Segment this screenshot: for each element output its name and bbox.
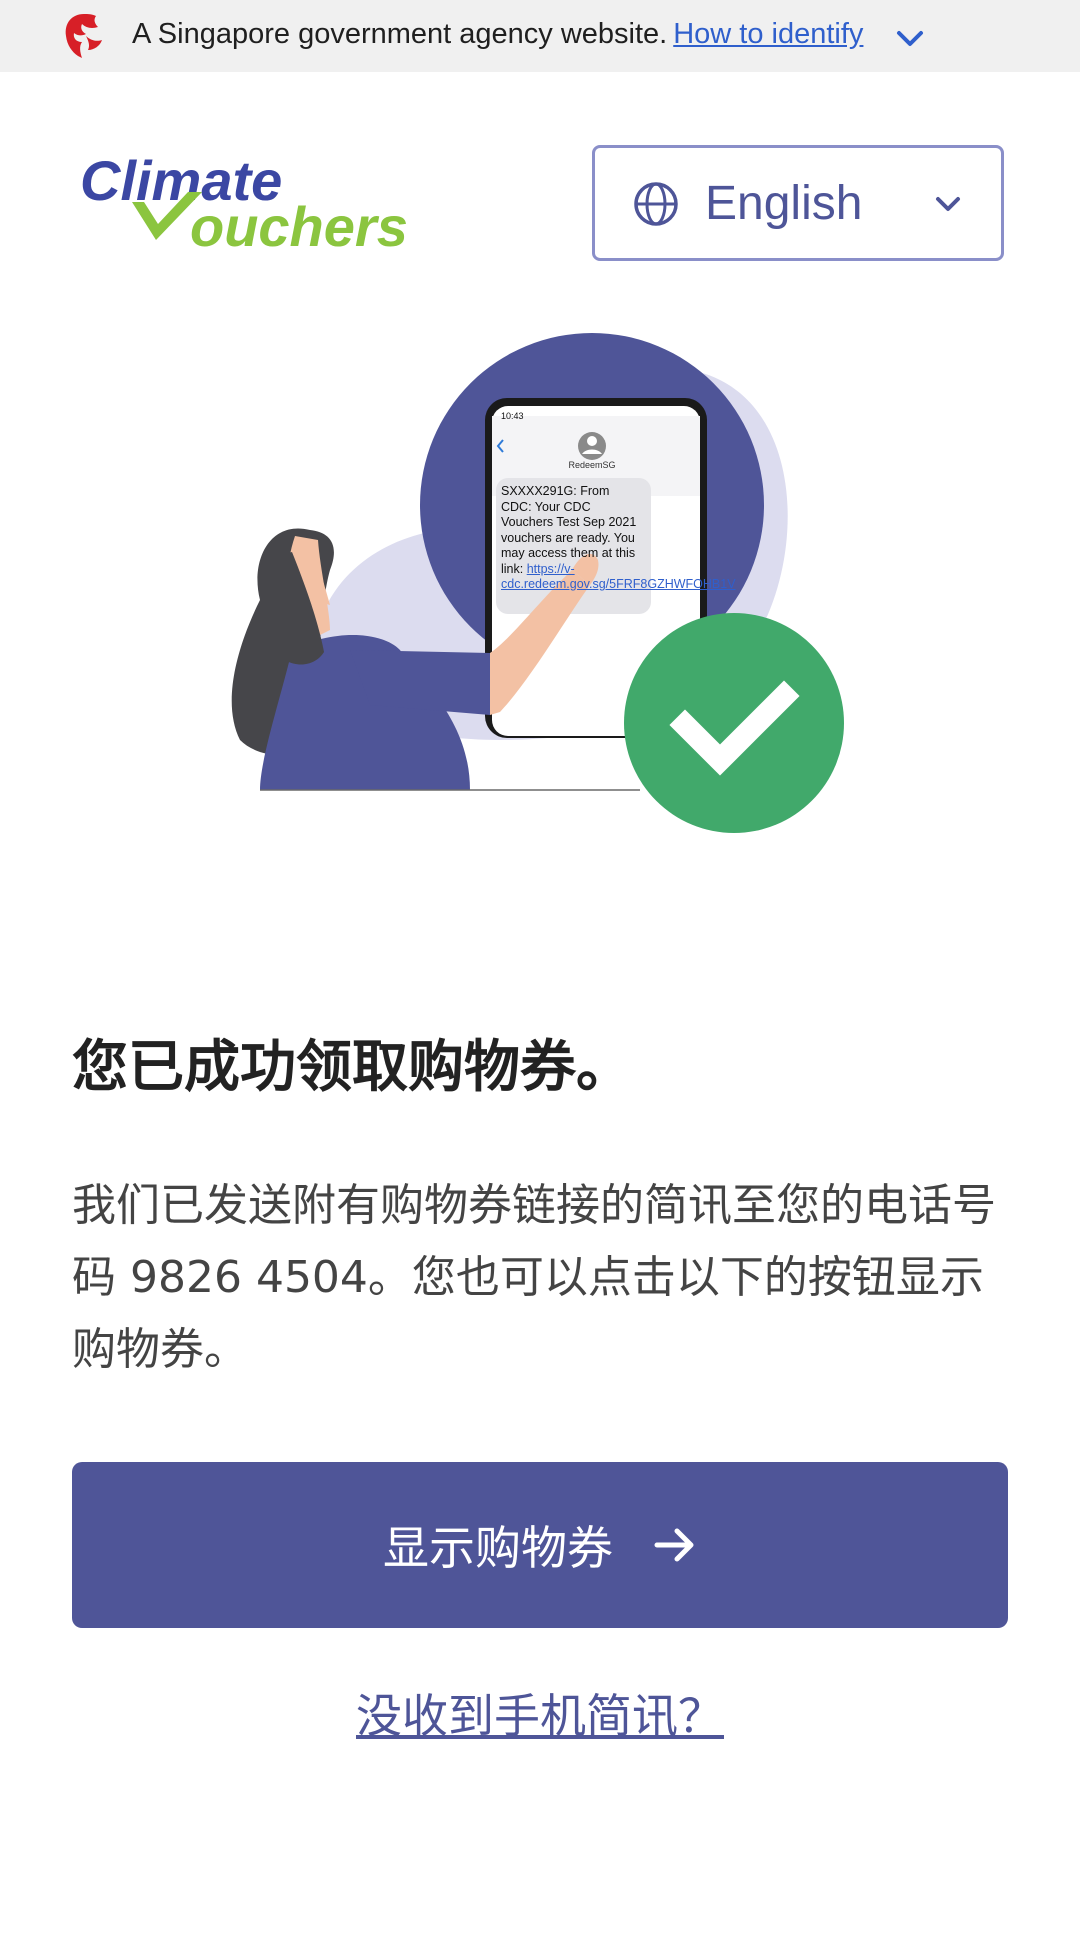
language-selector[interactable]: English xyxy=(592,145,1004,261)
success-check-icon xyxy=(624,613,844,833)
no-sms-link[interactable]: 没收到手机简讯？ xyxy=(0,1680,1080,1746)
chevron-down-icon xyxy=(936,197,960,211)
logo-text-vouchers: ouchers xyxy=(190,195,408,252)
sms-message: SXXXX291G: From CDC: Your CDC Vouchers T… xyxy=(501,484,736,593)
show-vouchers-label: 显示购物券 xyxy=(383,1522,613,1574)
how-to-identify-link[interactable]: How to identify xyxy=(673,18,863,50)
arrow-right-icon xyxy=(654,1528,694,1562)
gov-masthead: A Singapore government agency website. Ho… xyxy=(0,0,1080,72)
page-title: 您已成功领取购物券。 xyxy=(72,1035,632,1100)
language-label: English xyxy=(705,177,863,230)
globe-icon xyxy=(634,182,678,226)
show-vouchers-button[interactable]: 显示购物券 xyxy=(72,1462,1008,1628)
description-text: 我们已发送附有购物券链接的简讯至您的电话号码 9826 4504。您也可以点击以… xyxy=(72,1180,996,1375)
hero-illustration xyxy=(231,333,844,833)
chevron-down-icon[interactable] xyxy=(896,30,924,48)
masthead-text: A Singapore government agency website. Ho… xyxy=(132,18,863,51)
masthead-label: A Singapore government agency website. xyxy=(132,18,668,50)
singapore-lion-icon xyxy=(65,14,102,58)
phone-time: 10:43 xyxy=(501,411,524,421)
climate-vouchers-logo: Climate ouchers xyxy=(80,152,408,252)
phone-contact-name: RedeemSG xyxy=(568,460,616,470)
